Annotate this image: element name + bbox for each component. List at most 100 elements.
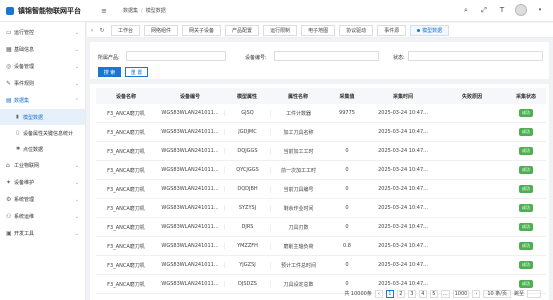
cell-attr-name: 剩余作业时间 xyxy=(270,204,326,212)
sidebar-item-basic-info[interactable]: ▦ 基础信息 ⌄ xyxy=(0,41,85,58)
cell-device-number: WGS83WLAN241011... xyxy=(161,224,219,230)
cell-status: 成功 xyxy=(506,261,546,269)
tab-model-data[interactable]: 模型数据 xyxy=(410,24,450,36)
goto-page-input[interactable] xyxy=(527,289,541,298)
sidebar-item-system-ops[interactable]: ⚇ 系统运维 ⌄ xyxy=(0,208,85,225)
sidebar-item-iiot[interactable]: ⌂ 工业物联网 ⌄ xyxy=(0,157,85,174)
cell-device-name: F3_ANCA磨刀机 xyxy=(107,243,145,250)
cell-value: 0 xyxy=(345,281,349,287)
page-4[interactable]: 4 xyxy=(418,289,427,298)
device-number-input[interactable] xyxy=(274,51,379,61)
prev-page-icon[interactable]: ‹ xyxy=(374,289,383,298)
cell-model-attr: DQJGGS xyxy=(224,148,270,154)
sidebar-item-maintenance[interactable]: ✦ 设备维护 ⌄ xyxy=(0,174,85,191)
monitor-icon: ▭ xyxy=(6,29,12,36)
reset-button[interactable]: 重 置 xyxy=(125,67,148,77)
tab-product-config[interactable]: 产品配置 xyxy=(225,24,260,36)
cell-status: 成功 xyxy=(506,242,546,250)
header-device-number: 设备编号 xyxy=(179,93,200,100)
cell-device-number: WGS83WLAN241011... xyxy=(161,205,219,211)
tab-protocol-driver[interactable]: 协议驱动 xyxy=(339,24,374,36)
factory-icon: ⌂ xyxy=(6,162,10,169)
cell-model-attr: DJSDZS xyxy=(224,281,270,287)
chevron-down-icon[interactable]: ▾ xyxy=(535,7,545,13)
menu-toggle-icon[interactable]: ≡ xyxy=(99,7,109,15)
cell-model-attr: YMZZFH xyxy=(224,243,270,249)
table-header: 设备名称 设备编号 模型属性 属性名称 采集值 采集时间 失败原因 采集状态 xyxy=(96,88,546,104)
cell-device-name: F3_ANCA磨刀机 xyxy=(107,110,145,117)
cell-device-number: WGS83WLAN241011... xyxy=(161,110,219,116)
refresh-icon[interactable]: ↻ xyxy=(97,27,107,34)
page-1[interactable]: 1 xyxy=(385,289,394,298)
sidebar-item-label: 设备管理 xyxy=(14,64,35,70)
status-badge: 成功 xyxy=(519,128,533,136)
page-ellipsis[interactable]: ... xyxy=(440,289,450,298)
tab-electronic-map[interactable]: 电子地图 xyxy=(301,24,336,36)
cell-time: 2025-03-24 10:47... xyxy=(378,243,428,249)
status-badge: 成功 xyxy=(519,223,533,231)
tab-gateway-subdevice[interactable]: 网关子设备 xyxy=(182,24,222,36)
page-5[interactable]: 5 xyxy=(429,289,438,298)
sidebar-item-dataset[interactable]: ▤ 数据集 ⌃ xyxy=(0,92,85,109)
tab-event-source[interactable]: 事件源 xyxy=(377,24,407,36)
sidebar-item-operation[interactable]: ▭ 运行管控 ⌄ xyxy=(0,24,85,41)
cell-device-number: WGS83WLAN241011... xyxy=(161,243,219,249)
product-label: 所属产品: xyxy=(98,55,120,61)
sidebar-item-device-mgmt[interactable]: ◎ 设备管理 ⌄ xyxy=(0,58,85,75)
header-fail-reason: 失败原因 xyxy=(461,93,482,100)
filter-panel: 所属产品: 设备编号: 状态: 搜 索 重 置 xyxy=(90,42,549,79)
cell-model-attr: DQDJBH xyxy=(224,186,270,192)
cell-attr-name: 刀具设定总数 xyxy=(270,280,326,288)
cell-model-attr: GJSQ xyxy=(224,110,270,116)
sidebar-subitem-model-data[interactable]: ▮ 模型数据 xyxy=(0,109,85,125)
cell-value: 0 xyxy=(345,224,349,230)
cell-status: 成功 xyxy=(506,223,546,231)
chevron-down-icon: ⌄ xyxy=(74,213,79,220)
chevron-down-icon: ⌄ xyxy=(74,46,79,53)
font-size-icon[interactable]: T xyxy=(497,6,507,14)
chevron-left-icon[interactable]: ‹ xyxy=(87,27,97,34)
cell-device-name: F3_ANCA磨刀机 xyxy=(107,224,145,231)
status-badge: 成功 xyxy=(519,109,533,117)
chevron-down-icon: ⌄ xyxy=(74,162,79,169)
device-icon: ◎ xyxy=(6,63,12,70)
sidebar-subitem-label: 点位数据 xyxy=(23,146,44,153)
sidebar: ▭ 运行管控 ⌄ ▦ 基础信息 ⌄ ◎ 设备管理 ⌄ ✎ 事件规则 ⌄ ▤ 数据… xyxy=(0,22,86,300)
status-select[interactable] xyxy=(408,51,543,61)
cell-time: 2025-03-24 10:47... xyxy=(378,205,428,211)
sidebar-subitem-attr-stats[interactable]: ▯ 设备属性关键信息统计 xyxy=(0,125,85,141)
search-icon[interactable]: ⌕ xyxy=(461,6,471,15)
page-size-select[interactable]: 10 条/页 xyxy=(483,289,511,298)
status-badge: 成功 xyxy=(519,204,533,212)
sidebar-subitem-point-data[interactable]: ✱ 点位数据 xyxy=(0,141,85,157)
top-right-tools: ⌕ ⤢ T ▾ xyxy=(461,4,545,16)
product-select[interactable] xyxy=(126,51,226,61)
chevron-up-icon: ⌃ xyxy=(74,97,79,104)
cell-attr-name: 加工刀具名称 xyxy=(270,128,326,136)
tab-run-limit[interactable]: 运行限制 xyxy=(263,24,298,36)
tab-label: 模型数据 xyxy=(422,27,443,34)
cell-model-attr: YJGZSJ xyxy=(224,262,270,268)
breadcrumb-item-dataset[interactable]: 数据集 xyxy=(123,7,138,14)
status-badge: 成功 xyxy=(519,280,533,288)
cell-device-name: F3_ANCA磨刀机 xyxy=(107,129,145,136)
cell-attr-name: 预计工件总时间 xyxy=(270,261,326,269)
tab-network-component[interactable]: 网络组件 xyxy=(144,24,179,36)
search-button[interactable]: 搜 索 xyxy=(98,67,121,77)
sidebar-item-system-mgmt[interactable]: ⚙ 系统管理 ⌄ xyxy=(0,191,85,208)
avatar[interactable] xyxy=(515,4,527,16)
sidebar-item-event-rules[interactable]: ✎ 事件规则 ⌄ xyxy=(0,75,85,92)
page-2[interactable]: 2 xyxy=(396,289,405,298)
next-page-icon[interactable]: › xyxy=(472,289,481,298)
page-last[interactable]: 1000 xyxy=(452,289,470,298)
cell-device-number: WGS83WLAN241011... xyxy=(161,281,219,287)
tab-workbench[interactable]: 工作台 xyxy=(111,24,141,36)
table-row: F3_ANCA磨刀机 WGS83WLAN241011... DQJGGS 当前加工工时… xyxy=(96,142,546,161)
chart-icon: ▯ xyxy=(16,130,19,136)
cell-value: 0.8 xyxy=(343,243,351,249)
sidebar-item-dev-tools[interactable]: ▣ 开发工具 ⌄ xyxy=(0,225,85,242)
page-3[interactable]: 3 xyxy=(407,289,416,298)
cell-model-attr: JGDJMC xyxy=(224,129,270,135)
pagination: 共 10000条 ‹ 1 2 3 4 5 ... 1000 › 10 条/页 跳… xyxy=(344,289,541,298)
fullscreen-icon[interactable]: ⤢ xyxy=(479,6,489,15)
